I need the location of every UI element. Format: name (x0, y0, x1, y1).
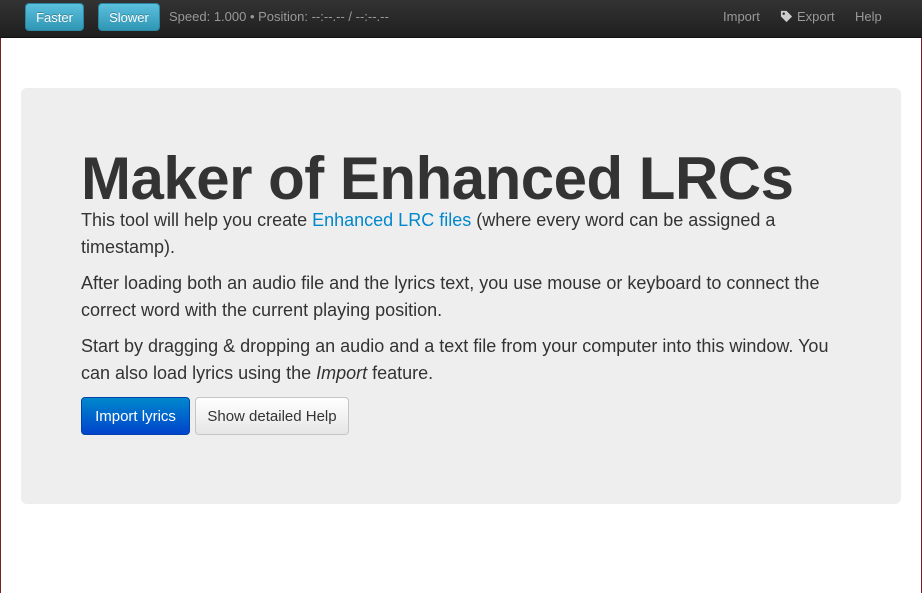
start-paragraph: Start by dragging & dropping an audio an… (81, 333, 861, 387)
enhanced-lrc-link[interactable]: Enhanced LRC files (312, 210, 471, 230)
usage-paragraph: After loading both an audio file and the… (81, 273, 820, 320)
import-lyrics-button[interactable]: Import lyrics (81, 397, 190, 435)
page-title: Maker of Enhanced LRCs (81, 145, 794, 212)
intro-paragraph: This tool will help you create Enhanced … (81, 207, 861, 261)
hero-panel: Maker of Enhanced LRCs This tool will he… (21, 88, 901, 504)
export-link[interactable]: Export (780, 9, 835, 24)
faster-button[interactable]: Faster (25, 3, 84, 31)
import-link-label: Import (723, 9, 760, 24)
show-help-button[interactable]: Show detailed Help (195, 397, 349, 435)
export-link-label: Export (797, 9, 835, 24)
top-navbar: Faster Slower Speed: 1.000 • Position: -… (0, 0, 922, 38)
intro-text-start: This tool will help you create (81, 210, 313, 230)
start-text-start: Start by dragging & dropping an audio an… (81, 336, 829, 383)
help-link[interactable]: Help (855, 9, 882, 24)
tag-icon (780, 10, 793, 23)
import-link[interactable]: Import (723, 9, 760, 24)
playback-status: Speed: 1.000 • Position: --:--.-- / --:-… (169, 9, 389, 24)
start-text-end: feature. (367, 363, 434, 383)
slower-button[interactable]: Slower (98, 3, 160, 31)
import-emphasis: Import (316, 363, 368, 383)
help-link-label: Help (855, 9, 882, 24)
